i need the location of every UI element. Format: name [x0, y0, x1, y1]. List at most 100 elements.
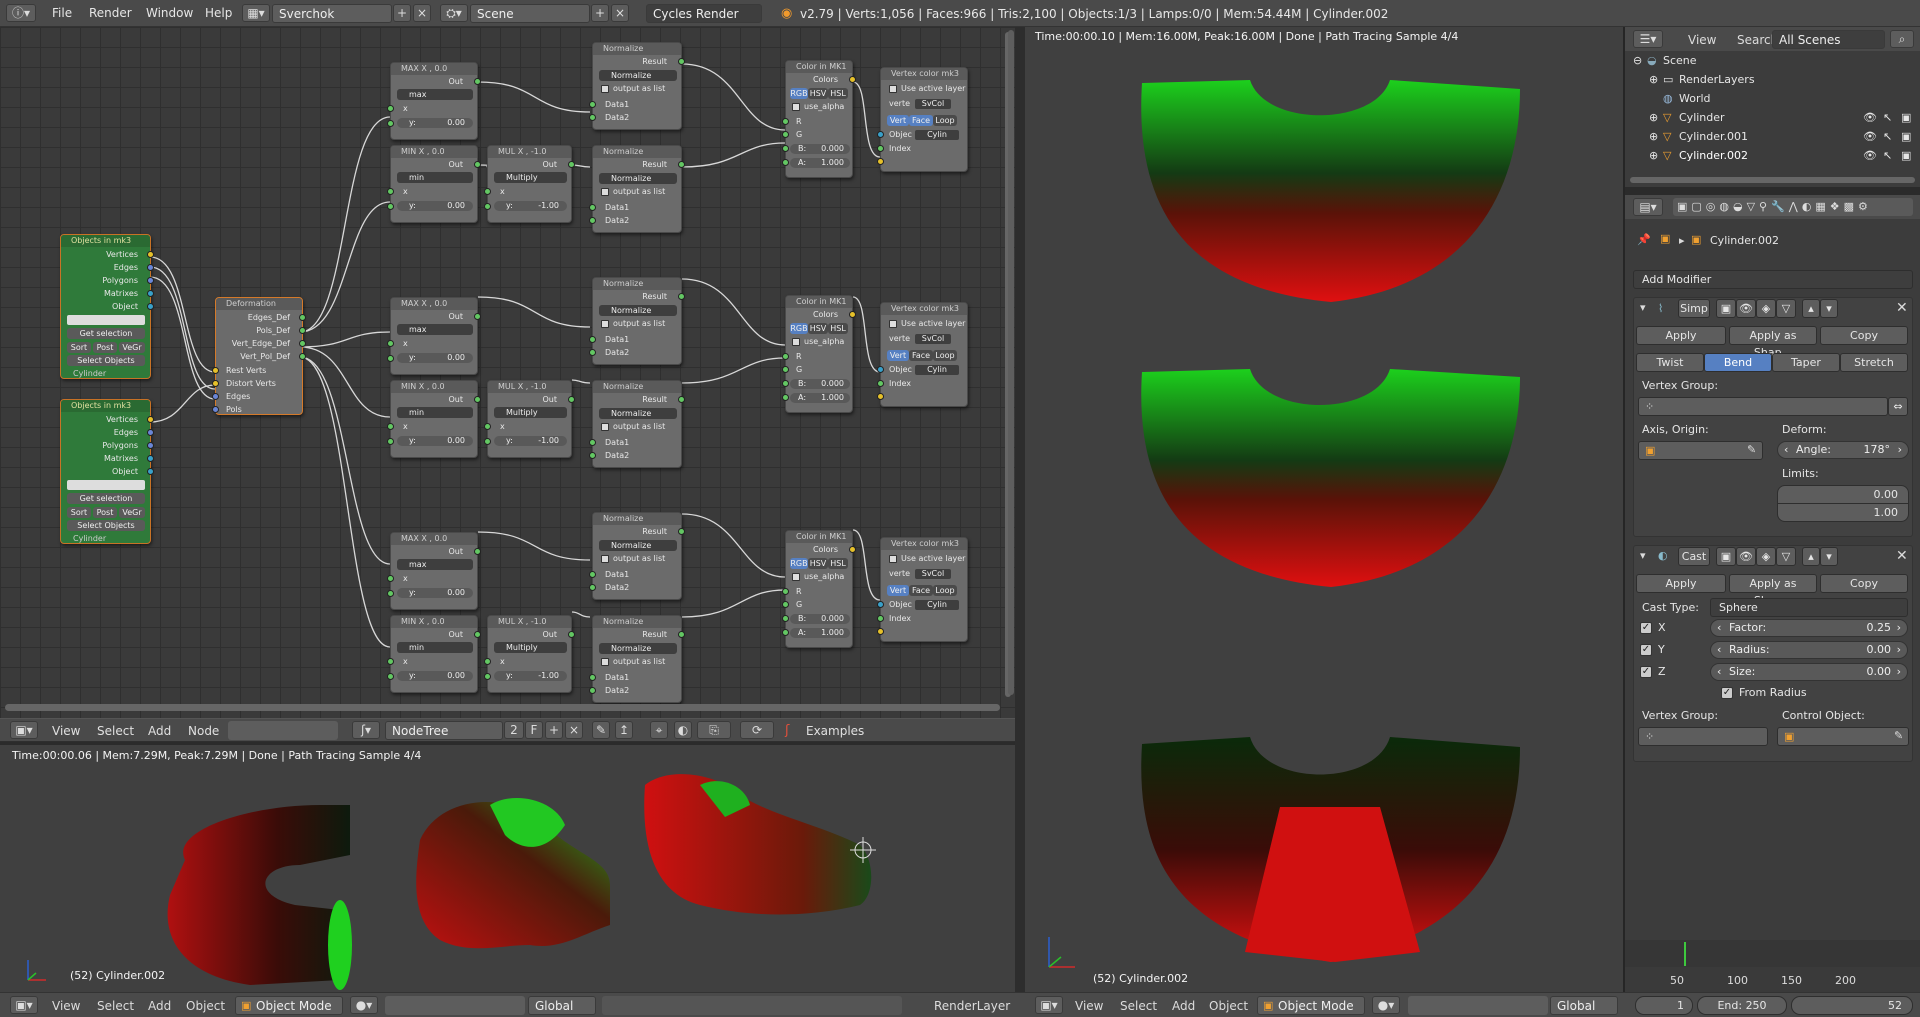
outliner-item-renderlayers[interactable]: ⊕ ▭ RenderLayers [1625, 73, 1920, 92]
operation-select[interactable]: max [397, 89, 473, 100]
hsv-button[interactable]: HSV [808, 88, 828, 99]
shading-icon[interactable]: ●▾ [350, 996, 378, 1014]
loop-button[interactable]: Loop [933, 350, 957, 361]
max-node[interactable]: MAX X , 0.0 Out max x y: 0.00 [387, 532, 481, 610]
remove-modifier-icon[interactable]: ✕ [1896, 300, 1908, 316]
a-field[interactable]: A: 1.000 [790, 628, 850, 638]
unlink-tree-icon[interactable]: × [565, 721, 583, 739]
edges-socket[interactable] [147, 264, 154, 271]
sort-button[interactable]: Sort [67, 507, 91, 518]
use-active-layer-checkbox[interactable] [889, 555, 897, 563]
y-socket[interactable] [484, 438, 491, 445]
mul-node[interactable]: MUL X , -1.0 Out Multiply x y: -1.00 [484, 145, 575, 223]
normalize-mode-select[interactable]: Normalize [599, 540, 677, 551]
area-divider[interactable] [1015, 27, 1025, 992]
mode-stretch[interactable]: Stretch [1840, 353, 1908, 372]
data2-socket[interactable] [589, 452, 596, 459]
r-socket[interactable] [782, 118, 789, 125]
scene-icon[interactable]: ⛭▾ [440, 4, 468, 22]
fake-user-button[interactable]: F [525, 721, 543, 739]
parent-icon[interactable]: ↥ [615, 721, 633, 739]
scrollbar[interactable] [1008, 30, 1014, 695]
color-in-node[interactable]: Color in MK1 Colors RGB HSV HSL use_alpha R G B:… [782, 295, 856, 413]
out-socket[interactable] [474, 78, 481, 85]
hsl-button[interactable]: HSL [828, 558, 848, 569]
x-socket[interactable] [387, 340, 394, 347]
menu-select[interactable]: Select [1120, 999, 1157, 1013]
shading-icon[interactable]: ●▾ [1372, 996, 1400, 1014]
out-socket[interactable] [474, 548, 481, 555]
apply-button[interactable]: Apply [1636, 326, 1726, 345]
y-field[interactable]: y: -1.00 [494, 201, 567, 211]
display-mode-select[interactable]: All Scenes [1772, 30, 1885, 49]
use-alpha-checkbox[interactable] [792, 573, 800, 581]
delete-screen-icon[interactable]: × [413, 4, 431, 22]
b-field[interactable]: B: 0.000 [790, 614, 850, 624]
copy-button[interactable]: Copy [1820, 574, 1908, 593]
layer-and-snap-icons[interactable] [602, 996, 902, 1015]
object-socket[interactable] [877, 366, 884, 373]
eyedropper-icon[interactable]: ✎ [1747, 443, 1756, 456]
normalize-node[interactable]: Normalize Result Normalize output as list Da… [589, 42, 685, 130]
orientation-select[interactable]: Global [528, 996, 596, 1015]
eye-icon[interactable]: 👁 [1863, 149, 1877, 162]
x-socket[interactable] [387, 423, 394, 430]
outliner-item-scene[interactable]: ⊖ ◒ Scene [1625, 54, 1920, 73]
y-field[interactable]: y: -1.00 [494, 671, 567, 681]
output-socket[interactable] [299, 340, 306, 347]
pivot-manipulator-icons[interactable] [385, 996, 525, 1015]
a-field[interactable]: A: 1.000 [790, 393, 850, 403]
max-node[interactable]: MAX X , 0.0 Out max x y: 0.00 [387, 62, 481, 140]
move-up-icon[interactable]: ▴ [1802, 299, 1820, 318]
mode-twist[interactable]: Twist [1636, 353, 1704, 372]
menu-object[interactable]: Object [186, 999, 225, 1013]
data2-socket[interactable] [589, 584, 596, 591]
matrixes-socket[interactable] [147, 455, 154, 462]
screen-name-field[interactable]: Sverchok [272, 4, 392, 23]
orientation-select[interactable]: Global [1550, 996, 1618, 1015]
svcol-field[interactable]: SvCol [915, 569, 951, 579]
operation-select[interactable]: max [397, 559, 473, 570]
normalize-node[interactable]: Normalize Result Normalize output as list Da… [589, 145, 685, 233]
vertex-group-field[interactable]: ⁘ [1638, 397, 1888, 416]
x-socket[interactable] [484, 188, 491, 195]
vegr-button[interactable]: VeGr [119, 507, 145, 518]
z-checkbox[interactable]: ✓ [1640, 666, 1652, 678]
y-field[interactable]: y: 0.00 [397, 436, 473, 446]
timeline[interactable]: 50 100 150 200 [1625, 940, 1920, 992]
vert-button[interactable]: Vert [887, 350, 909, 361]
cylin-field[interactable]: Cylin [915, 365, 959, 375]
normalize-mode-select[interactable]: Normalize [599, 408, 677, 419]
end-frame-field[interactable]: End: 250 [1697, 996, 1787, 1015]
colors-socket[interactable] [849, 546, 856, 553]
cursor-icon[interactable]: ↖ [1883, 130, 1892, 143]
y-field[interactable]: y: 0.00 [397, 353, 473, 363]
scene-name-field[interactable]: Scene [470, 4, 590, 23]
menu-render[interactable]: Render [89, 6, 132, 20]
operation-select[interactable]: min [397, 642, 473, 653]
current-frame-marker[interactable] [1684, 942, 1686, 966]
y-socket[interactable] [387, 673, 394, 680]
menu-view[interactable]: View [1688, 33, 1716, 47]
edges-socket[interactable] [147, 429, 154, 436]
data2-socket[interactable] [589, 217, 596, 224]
outliner-item-cylinder-002[interactable]: ⊕ ▽ Cylinder.002 👁 ↖ ▣ [1625, 149, 1920, 168]
origin-object-field[interactable]: ▣ [1638, 441, 1763, 460]
y-socket[interactable] [387, 203, 394, 210]
rgb-button[interactable]: RGB [790, 88, 808, 99]
use-active-layer-checkbox[interactable] [889, 85, 897, 93]
eye-icon[interactable]: 👁 [1863, 130, 1877, 143]
menu-file[interactable]: File [52, 6, 72, 20]
outliner-scrollbar[interactable] [1630, 177, 1915, 183]
tree-type-icons[interactable] [228, 721, 338, 740]
pin-icon[interactable]: 📌 [1637, 233, 1651, 246]
mul-node[interactable]: MUL X , -1.0 Out Multiply x y: -1.00 [484, 380, 575, 458]
cylin-field[interactable]: Cylin [915, 130, 959, 140]
a-socket[interactable] [782, 394, 789, 401]
menu-add[interactable]: Add [1172, 999, 1195, 1013]
output-as-list-checkbox[interactable] [601, 320, 609, 328]
face-button[interactable]: Face [909, 350, 933, 361]
result-socket[interactable] [678, 396, 685, 403]
input-socket[interactable] [212, 380, 219, 387]
rgb-button[interactable]: RGB [790, 323, 808, 334]
